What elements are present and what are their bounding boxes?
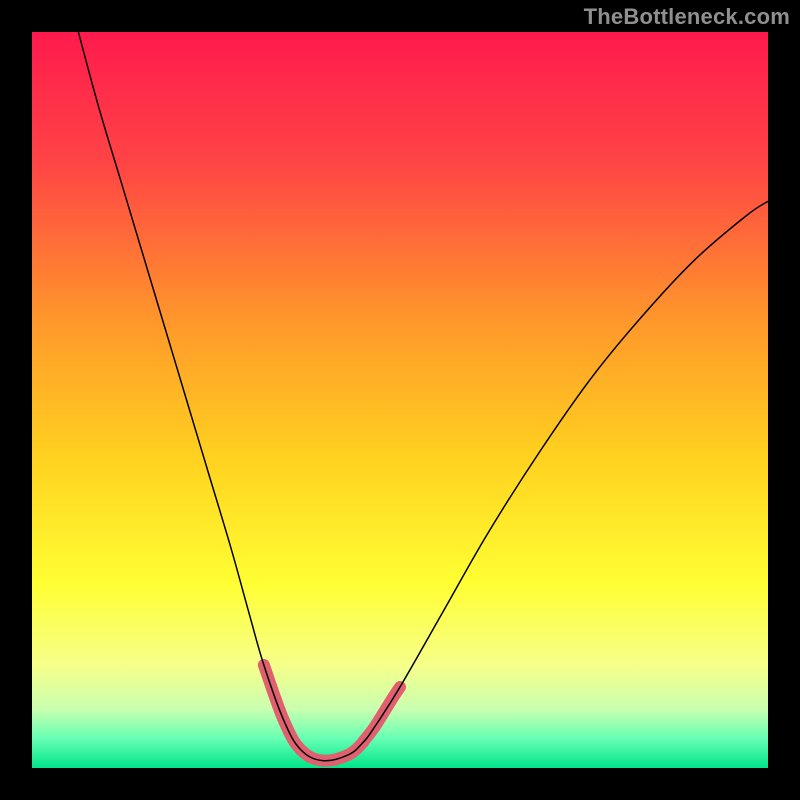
watermark-text: TheBottleneck.com [584,4,790,30]
plot-area [32,32,768,768]
plot-background [32,32,768,768]
outer-frame: TheBottleneck.com [0,0,800,800]
chart-svg [32,32,768,768]
